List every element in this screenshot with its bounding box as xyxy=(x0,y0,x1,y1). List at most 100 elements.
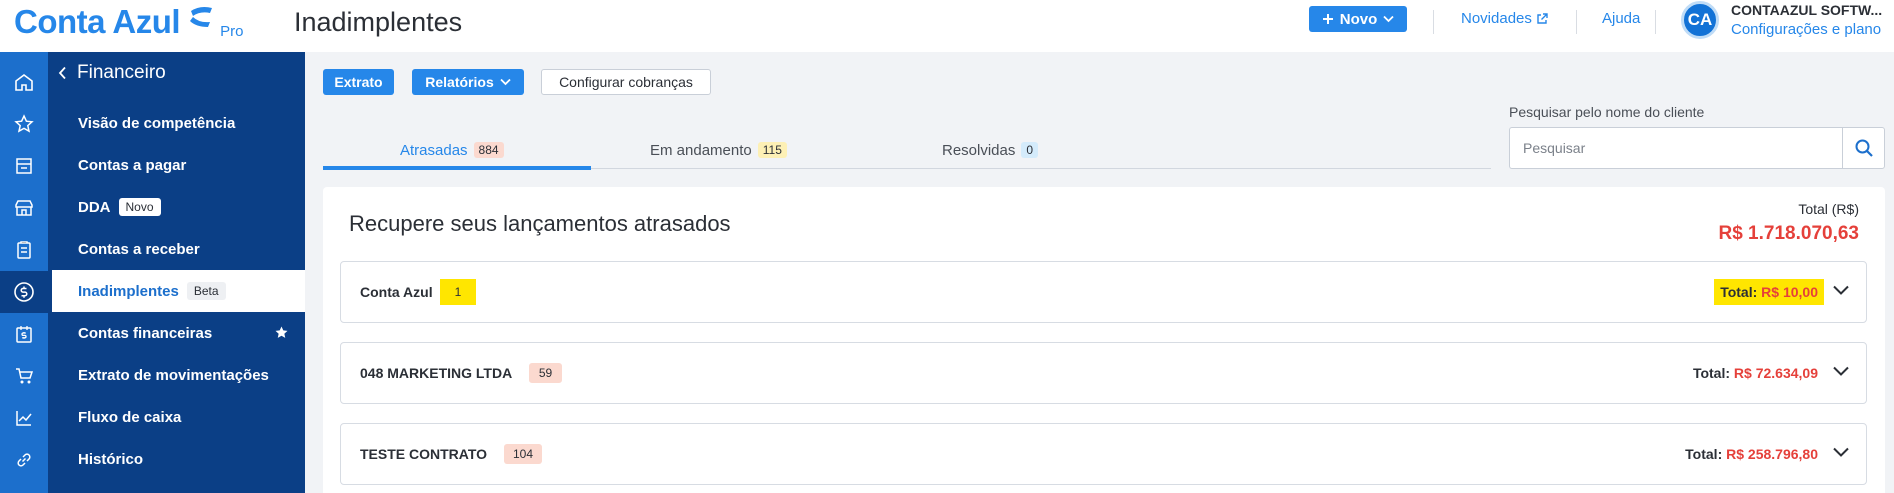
logo-text: Conta Azul xyxy=(14,3,181,40)
avatar[interactable]: CA xyxy=(1681,1,1719,39)
row-total: Total: R$ 10,00 xyxy=(1714,279,1824,305)
row-total-label: Total: xyxy=(1692,365,1731,381)
chevron-down-icon[interactable] xyxy=(1832,446,1850,458)
sidebar-item-fluxo-caixa[interactable]: Fluxo de caixa xyxy=(48,396,305,438)
sidebar-item-contas-receber[interactable]: Contas a receber xyxy=(48,228,305,270)
new-button-label: Novo xyxy=(1339,10,1378,28)
relatorios-button[interactable]: Relatórios xyxy=(412,69,524,95)
client-name: Conta Azul xyxy=(360,284,433,300)
rail-store[interactable] xyxy=(0,145,48,187)
conta-azul-logo[interactable]: Conta Azul Pro xyxy=(14,2,243,42)
row-total-value: R$ 10,00 xyxy=(1761,284,1818,300)
beta-badge: Beta xyxy=(186,282,226,300)
chevron-down-icon xyxy=(1383,15,1394,23)
client-name: TESTE CONTRATO xyxy=(360,446,488,462)
tab-atrasadas[interactable]: Atrasadas 884 xyxy=(400,131,504,169)
help-link[interactable]: Ajuda xyxy=(1602,10,1640,27)
row-total: Total: R$ 258.796,80 xyxy=(1685,446,1818,462)
total-value: R$ 1.718.070,63 xyxy=(1718,223,1859,244)
rail-reports[interactable] xyxy=(0,397,48,439)
sidebar-item-dda[interactable]: DDA Novo xyxy=(48,186,305,228)
chevron-down-icon[interactable] xyxy=(1832,365,1850,377)
header-divider xyxy=(1655,10,1656,34)
sidebar-item-label: Inadimplentes xyxy=(78,282,179,300)
dollar-circle-icon xyxy=(14,282,34,302)
store-icon xyxy=(16,158,32,174)
calendar-dollar-icon xyxy=(16,326,32,343)
row-total-label: Total: xyxy=(1720,284,1758,300)
sidebar-item-historico[interactable]: Histórico xyxy=(48,438,305,480)
line-chart-icon xyxy=(16,411,32,426)
logo-pro-label: Pro xyxy=(220,23,244,40)
count-badge: 1 xyxy=(440,279,476,305)
count-badge: 59 xyxy=(529,363,562,383)
header-divider xyxy=(1433,10,1434,34)
cart-icon xyxy=(16,368,34,384)
news-link-label: Novidades xyxy=(1461,10,1532,27)
tab-label: Em andamento xyxy=(650,141,752,159)
configurar-cobrancas-button[interactable]: Configurar cobranças xyxy=(541,69,711,95)
card-title: Recupere seus lançamentos atrasados xyxy=(349,211,731,236)
page-title: Inadimplentes xyxy=(294,7,463,37)
extrato-button-label: Extrato xyxy=(334,74,383,90)
client-row[interactable]: 048 MARKETING LTDA 59 Total: R$ 72.634,0… xyxy=(340,342,1867,404)
tab-count-badge: 115 xyxy=(757,142,787,158)
sidebar-back-button[interactable]: Financeiro xyxy=(58,62,166,84)
sidebar-item-label: Extrato de movimentações xyxy=(78,366,269,384)
count-badge: 104 xyxy=(504,444,542,464)
tab-resolvidas[interactable]: Resolvidas 0 xyxy=(942,131,1039,169)
client-row[interactable]: Conta Azul 1 Total: R$ 10,00 xyxy=(340,261,1867,323)
logo-mark-icon xyxy=(188,5,214,34)
header-divider xyxy=(1576,10,1577,34)
sidebar-item-contas-pagar[interactable]: Contas a pagar xyxy=(48,144,305,186)
rail-sales[interactable] xyxy=(0,355,48,397)
active-tab-indicator xyxy=(323,166,591,170)
client-row[interactable]: TESTE CONTRATO 104 Total: R$ 258.796,80 xyxy=(340,423,1867,485)
sidebar-item-label: Contas a pagar xyxy=(78,156,187,174)
icon-rail xyxy=(0,52,48,493)
rail-home[interactable] xyxy=(0,61,48,103)
overdue-card: Recupere seus lançamentos atrasados Tota… xyxy=(323,187,1885,493)
search-button[interactable] xyxy=(1842,127,1885,169)
plus-icon xyxy=(1322,14,1333,24)
configurar-cobrancas-label: Configurar cobranças xyxy=(559,74,693,90)
rail-shop[interactable] xyxy=(0,187,48,229)
row-total: Total: R$ 72.634,09 xyxy=(1693,365,1818,381)
home-icon xyxy=(15,74,33,91)
clipboard-icon xyxy=(17,241,31,259)
financial-sidebar: Financeiro Visão de competência Contas a… xyxy=(48,52,305,493)
rail-financial[interactable] xyxy=(0,271,48,313)
rail-billing[interactable] xyxy=(0,313,48,355)
news-link[interactable]: Novidades xyxy=(1461,10,1548,27)
external-link-icon xyxy=(1537,12,1548,24)
account-settings-link[interactable]: Configurações e plano xyxy=(1731,21,1881,38)
relatorios-button-label: Relatórios xyxy=(425,74,494,90)
tab-label: Resolvidas xyxy=(942,141,1016,159)
sidebar-item-label: Visão de competência xyxy=(78,114,236,132)
chevron-down-icon[interactable] xyxy=(1832,284,1850,296)
extrato-button[interactable]: Extrato xyxy=(323,69,394,95)
new-button[interactable]: Novo xyxy=(1309,6,1407,32)
search-icon xyxy=(1855,139,1873,157)
total-label: Total (R$) xyxy=(1798,201,1859,217)
account-name[interactable]: CONTAAZUL SOFTW... xyxy=(1731,2,1882,18)
shop-icon xyxy=(15,200,33,216)
search-label: Pesquisar pelo nome do cliente xyxy=(1509,104,1705,120)
client-name: 048 MARKETING LTDA xyxy=(360,365,513,381)
sidebar-item-extrato-movimentacoes[interactable]: Extrato de movimentações xyxy=(48,354,305,396)
sidebar-item-contas-financeiras[interactable]: Contas financeiras xyxy=(48,312,305,354)
sidebar-item-label: DDA xyxy=(78,198,111,216)
star-filled-icon[interactable] xyxy=(274,325,289,340)
sidebar-item-inadimplentes[interactable]: Inadimplentes Beta xyxy=(52,270,305,312)
status-tabs: Atrasadas 884 Em andamento 115 Resolvida… xyxy=(323,131,1491,170)
star-icon xyxy=(14,114,34,133)
chevron-left-icon xyxy=(58,66,66,80)
sidebar-item-visao-competencia[interactable]: Visão de competência xyxy=(48,102,305,144)
search-input[interactable] xyxy=(1509,127,1842,169)
rail-integrations[interactable] xyxy=(0,439,48,481)
sidebar-item-label: Histórico xyxy=(78,450,144,468)
rail-tasks[interactable] xyxy=(0,229,48,271)
tab-em-andamento[interactable]: Em andamento 115 xyxy=(650,131,787,169)
row-total-value: R$ 72.634,09 xyxy=(1733,365,1818,381)
rail-favorites[interactable] xyxy=(0,103,48,145)
